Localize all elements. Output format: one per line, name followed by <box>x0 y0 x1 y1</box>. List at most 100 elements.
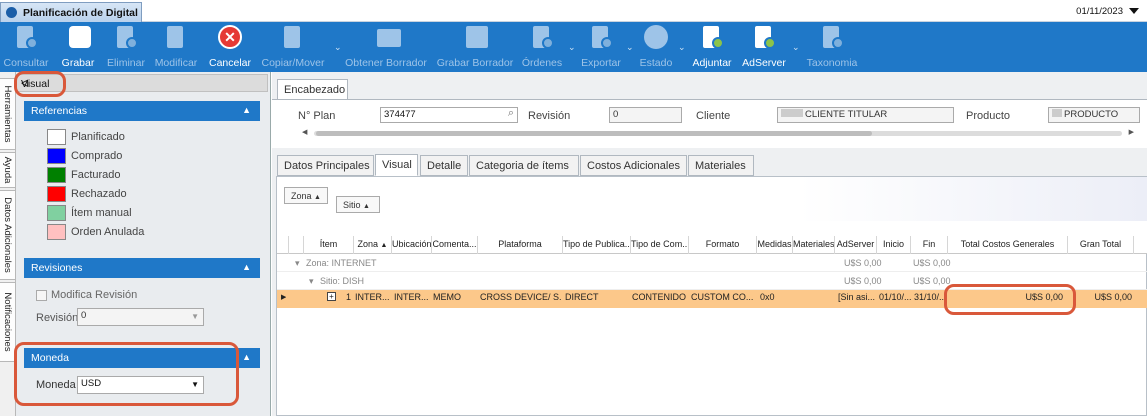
producto-field: PRODUCTO <box>1048 107 1140 123</box>
legend-label: Orden Anulada <box>71 226 145 238</box>
cell-inicio: 01/10/... <box>879 292 911 302</box>
group-label: Zona: INTERNET <box>306 258 377 268</box>
toolbar: Consultar Grabar Eliminar Modificar ✕ Can… <box>0 22 1147 72</box>
cancelar-button[interactable]: ✕ Cancelar <box>206 22 254 72</box>
column-header-materiales[interactable]: Materiales <box>793 236 835 254</box>
column-header-tipo-compra[interactable]: Tipo de Com... <box>631 236 689 254</box>
cell-item: 1 <box>346 292 352 302</box>
cell-comentario: MEMO <box>433 292 461 302</box>
collapse-icon[interactable]: ▲ <box>242 105 251 115</box>
cell-zona: INTER... <box>355 292 390 302</box>
highlight-total-costos <box>944 284 1076 315</box>
row-indicator-icon: ▶ <box>281 294 287 301</box>
tab-detalle[interactable]: Detalle <box>420 155 468 176</box>
expand-icon[interactable]: ▾ <box>295 258 300 269</box>
column-header-zona[interactable]: Zona ▲ <box>354 236 392 254</box>
title-bar <box>0 0 1147 22</box>
column-header-ubicacion[interactable]: Ubicación <box>392 236 432 254</box>
tab-encabezado[interactable]: Encabezado <box>277 79 348 100</box>
cell-fin: 31/10/... <box>914 292 947 302</box>
search-icon[interactable]: ⌕ <box>508 107 514 120</box>
revision-label: Revisión <box>528 110 571 122</box>
group-row-zona[interactable]: ▾ Zona: INTERNET U$S 0,00 U$S 0,00 <box>277 256 1147 272</box>
group-chip-zona[interactable]: Zona ▲ <box>284 187 328 204</box>
tab-materiales[interactable]: Materiales <box>688 155 754 176</box>
modifica-revision-label: Modifica Revisión <box>51 289 138 301</box>
cliente-label: Cliente <box>696 110 731 122</box>
column-header-adserver[interactable]: AdServer <box>835 236 877 254</box>
scroll-left-icon[interactable]: ◀ <box>302 128 307 136</box>
revision-field: 0 <box>609 107 682 123</box>
group-chip-sitio[interactable]: Sitio ▲ <box>336 196 380 213</box>
expand-row-icon[interactable]: + <box>327 292 336 301</box>
redacted-code <box>1052 109 1062 117</box>
ordenes-button[interactable]: Órdenes <box>520 22 564 72</box>
legend-label: Ítem manual <box>71 207 132 219</box>
column-header-item[interactable]: Ítem <box>304 236 354 254</box>
date-dropdown-icon[interactable] <box>1129 8 1139 14</box>
consultar-button[interactable]: Consultar <box>2 22 50 72</box>
adjuntar-button[interactable]: Adjuntar <box>690 22 734 72</box>
group-fin-value: U$S 0,00 <box>913 276 951 286</box>
obtener-borrador-button[interactable]: Obtener Borrador <box>344 22 428 72</box>
collapse-icon[interactable]: ▲ <box>242 262 251 272</box>
nplan-input[interactable]: 374477 ⌕ <box>380 107 518 123</box>
cell-medidas: 0x0 <box>760 292 775 302</box>
estado-button[interactable]: Estado <box>636 22 676 72</box>
tab-datos-principales[interactable]: Datos Principales <box>277 155 374 176</box>
modificar-button[interactable]: Modificar <box>152 22 200 72</box>
tab-visual[interactable]: Visual <box>375 154 418 176</box>
chevron-down-icon: ▼ <box>191 312 199 321</box>
column-header-tipo-publicacion[interactable]: Tipo de Publica... <box>563 236 631 254</box>
collapse-icon[interactable]: ▲ <box>242 352 251 362</box>
legend-label: Facturado <box>71 169 121 181</box>
column-header-fin[interactable]: Fin <box>911 236 948 254</box>
revisiones-header[interactable]: Revisiones ▲ <box>24 258 260 278</box>
highlight-moneda <box>14 342 239 406</box>
nplan-label: N° Plan <box>298 110 336 122</box>
highlight-visual <box>14 71 66 97</box>
producto-label: Producto <box>966 110 1011 122</box>
adserver-button[interactable]: AdServer <box>742 22 786 72</box>
grabar-button[interactable]: Grabar <box>58 22 98 72</box>
date-display: 01/11/2023 <box>1076 6 1123 17</box>
document-tab[interactable]: Planificación de Digital <box>0 2 142 22</box>
revisiones-body <box>24 278 260 336</box>
column-header-inicio[interactable]: Inicio <box>877 236 911 254</box>
group-adserver-value: U$S 0,00 <box>844 258 882 268</box>
side-tab-datos-adicionales[interactable]: Datos Adicionales <box>0 190 16 280</box>
horizontal-scrollbar[interactable]: ◀ ▶ <box>302 128 1134 138</box>
revision-select[interactable]: 0 ▼ <box>77 308 204 326</box>
cliente-field: CLIENTE TITULAR <box>777 107 954 123</box>
column-header-plataforma[interactable]: Plataforma <box>478 236 563 254</box>
side-tab-ayuda[interactable]: Ayuda <box>0 152 16 188</box>
cell-adserver: [Sin asi... <box>838 292 876 302</box>
copiar-mover-button[interactable]: Copiar/Mover <box>260 22 326 72</box>
legend-swatch-orden-anulada <box>47 224 66 240</box>
revision-label: Revisión <box>36 312 79 324</box>
group-fin-value: U$S 0,00 <box>913 258 951 268</box>
modifica-revision-checkbox[interactable] <box>36 290 47 301</box>
referencias-header[interactable]: Referencias ▲ <box>24 101 260 121</box>
taxonomia-button[interactable]: Taxonomia <box>804 22 860 72</box>
column-header-medidas[interactable]: Medidas <box>757 236 793 254</box>
group-by-panel <box>277 177 1147 221</box>
legend-swatch-rechazado <box>47 186 66 202</box>
cell-tipo-publicacion: DIRECT <box>565 292 599 302</box>
grabar-borrador-button[interactable]: Grabar Borrador <box>436 22 514 72</box>
expand-icon[interactable]: ▾ <box>309 276 314 287</box>
column-header-total-costos[interactable]: Total Costos Generales <box>948 236 1068 254</box>
group-adserver-value: U$S 0,00 <box>844 276 882 286</box>
column-header-gran-total[interactable]: Gran Total <box>1068 236 1134 254</box>
exportar-button[interactable]: Exportar <box>578 22 624 72</box>
tab-costos-adicionales[interactable]: Costos Adicionales <box>580 155 687 176</box>
scroll-right-icon[interactable]: ▶ <box>1129 128 1134 136</box>
eliminar-button[interactable]: Eliminar <box>104 22 148 72</box>
legend-label: Planificado <box>71 131 125 143</box>
column-header <box>277 236 289 254</box>
tab-categoria-items[interactable]: Categoria de ítems <box>469 155 579 176</box>
cell-ubicacion: INTER... <box>394 292 429 302</box>
column-header-comentario[interactable]: Comenta... <box>432 236 478 254</box>
cell-gran-total: U$S 0,00 <box>1094 292 1132 302</box>
column-header-formato[interactable]: Formato <box>689 236 757 254</box>
